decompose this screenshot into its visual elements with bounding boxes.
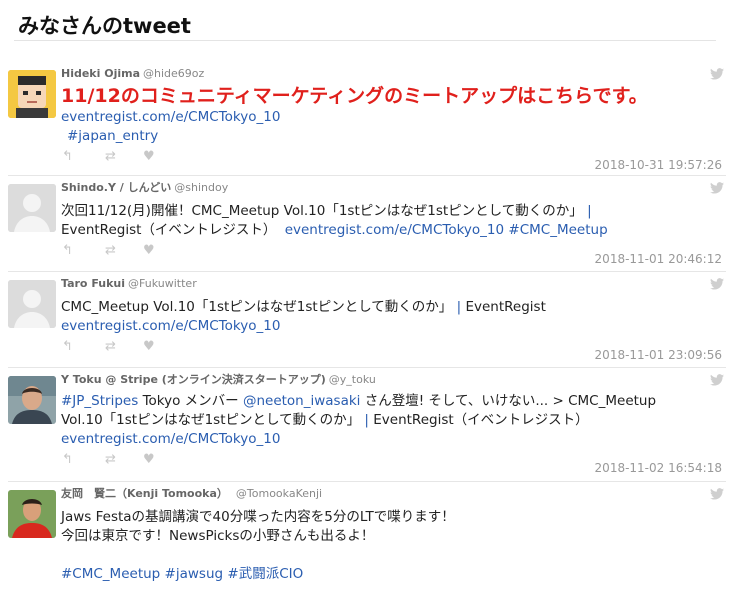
tweet-text-line: EventRegist（イベントレジスト）	[61, 222, 277, 238]
reply-icon[interactable]: ↰	[62, 150, 73, 164]
tweet-actions: ↰ ⇄ ♥ 2018-11-01 23:09:56	[61, 338, 722, 363]
twitter-bird-icon[interactable]	[710, 374, 724, 386]
separator: |	[587, 203, 592, 219]
tweet-actions: ↰ ⇄ ♥ 2018-11-01 20:46:12	[61, 242, 722, 267]
tweet-text: #JP_Stripes Tokyo メンバー @neeton_iwasaki さ…	[61, 392, 722, 449]
tweet-text: Jaws Festaの基調講演で40分喋った内容を5分のLTで喋ります！ 今回は…	[61, 508, 722, 584]
hashtag-link[interactable]: #CMC_Meetup	[61, 566, 160, 582]
retweet-icon[interactable]: ⇄	[105, 150, 116, 164]
tweet-meta: Hideki Ojima @hide69oz	[61, 66, 722, 82]
separator: |	[364, 412, 369, 428]
twitter-bird-icon[interactable]	[710, 182, 724, 194]
tweet-actions: ↰ ⇄ ♥ 2018-10-31 19:57:26	[61, 148, 722, 173]
tweet-timestamp[interactable]: 2018-11-01 23:09:56	[595, 348, 722, 362]
retweet-icon[interactable]: ⇄	[105, 453, 116, 467]
twitter-bird-icon[interactable]	[710, 68, 724, 80]
tweet-timestamp[interactable]: 2018-11-02 16:54:18	[595, 461, 722, 475]
hashtag-link[interactable]: #japan_entry	[67, 128, 158, 144]
tweet-item: Taro Fukui @Fukuwitter CMC_Meetup Vol.10「…	[8, 272, 726, 368]
page-title: みなさんのtweet	[18, 14, 191, 38]
mention-link[interactable]: @neeton_iwasaki	[243, 393, 360, 409]
tweet-text-line: 次回11/12(月)開催！CMC_Meetup Vol.10「1stピンはなぜ1…	[61, 203, 583, 219]
tweet-text-line: EventRegist	[465, 299, 546, 315]
tweet-text-line: Vol.10「1stピンはなぜ1stピンとして動くのか」	[61, 412, 361, 428]
avatar[interactable]	[8, 376, 56, 424]
hashtag-link[interactable]: #JP_Stripes	[61, 393, 138, 409]
author-handle[interactable]: @Fukuwitter	[128, 277, 197, 290]
twitter-bird-icon[interactable]	[710, 278, 724, 290]
author-name[interactable]: 友岡 賢二（Kenji Tomooka）	[61, 487, 228, 500]
tweet-feed: Hideki Ojima @hide69oz 11/12のコミュニティマーケティン…	[8, 62, 726, 602]
tweet-text: 11/12のコミュニティマーケティングのミートアップはこちらです。	[61, 85, 648, 107]
reply-icon[interactable]: ↰	[62, 340, 73, 354]
tweet-link[interactable]: eventregist.com/e/CMCTokyo_10	[61, 431, 280, 447]
tweet-actions: ↰ ⇄ ♥ 2018-11-02 16:54:18	[61, 451, 722, 476]
author-name[interactable]: Shindo.Y / しんどい	[61, 181, 171, 194]
tweet-text: 次回11/12(月)開催！CMC_Meetup Vol.10「1stピンはなぜ1…	[61, 202, 722, 240]
author-handle[interactable]: @shindoy	[174, 181, 228, 194]
retweet-icon[interactable]: ⇄	[105, 340, 116, 354]
tweet-text-line: さん登壇! そして、いけない... > CMC_Meetup	[364, 393, 657, 409]
tweet-text-line: EventRegist（イベントレジスト）	[373, 412, 589, 428]
reply-icon[interactable]: ↰	[62, 453, 73, 467]
author-handle[interactable]: @hide69oz	[143, 67, 204, 80]
header-divider	[14, 40, 716, 41]
author-name[interactable]: Taro Fukui	[61, 277, 125, 290]
tweet-item: 友岡 賢二（Kenji Tomooka） @TomookaKenji Jaws F…	[8, 482, 726, 602]
author-handle[interactable]: @TomookaKenji	[236, 487, 322, 500]
hashtag-link[interactable]: #武闘派CIO	[227, 566, 303, 582]
hashtag-link[interactable]: #CMC_Meetup	[508, 222, 607, 238]
author-name[interactable]: Y Toku @ Stripe (オンライン決済スタートアップ)	[61, 373, 326, 386]
tweet-meta: Shindo.Y / しんどい @shindoy	[61, 180, 722, 196]
tweet-timestamp[interactable]: 2018-11-01 20:46:12	[595, 252, 722, 266]
retweet-icon[interactable]: ⇄	[105, 244, 116, 258]
author-handle[interactable]: @y_toku	[329, 373, 376, 386]
hashtag-link[interactable]: #jawsug	[165, 566, 224, 582]
tweet-text-line: CMC_Meetup Vol.10「1stピンはなぜ1stピンとして動くのか」	[61, 299, 453, 315]
twitter-bird-icon[interactable]	[710, 488, 724, 500]
tweet-item: Shindo.Y / しんどい @shindoy 次回11/12(月)開催！CMC…	[8, 176, 726, 272]
tweet-item: Hideki Ojima @hide69oz 11/12のコミュニティマーケティン…	[8, 62, 726, 176]
author-name[interactable]: Hideki Ojima	[61, 67, 140, 80]
avatar[interactable]	[8, 70, 56, 118]
tweet-meta: 友岡 賢二（Kenji Tomooka） @TomookaKenji	[61, 486, 722, 502]
heart-icon[interactable]: ♥	[143, 150, 155, 164]
tweet-link[interactable]: eventregist.com/e/CMCTokyo_10	[61, 109, 280, 125]
avatar[interactable]	[8, 184, 56, 232]
tweet-timestamp[interactable]: 2018-10-31 19:57:26	[595, 158, 722, 172]
tweet-text: CMC_Meetup Vol.10「1stピンはなぜ1stピンとして動くのか」 …	[61, 298, 722, 336]
tweet-meta: Taro Fukui @Fukuwitter	[61, 276, 722, 292]
tweet-item: Y Toku @ Stripe (オンライン決済スタートアップ) @y_toku …	[8, 368, 726, 482]
avatar[interactable]	[8, 280, 56, 328]
tweet-link[interactable]: eventregist.com/e/CMCTokyo_10	[61, 318, 280, 334]
avatar[interactable]	[8, 490, 56, 538]
heart-icon[interactable]: ♥	[143, 244, 155, 258]
reply-icon[interactable]: ↰	[62, 244, 73, 258]
tweet-text-line: Tokyo メンバー	[142, 393, 239, 409]
tweet-text-line: Jaws Festaの基調講演で40分喋った内容を5分のLTで喋ります！	[61, 509, 455, 525]
heart-icon[interactable]: ♥	[143, 340, 155, 354]
tweet-text-line: 今回は東京です！NewsPicksの小野さんも出るよ！	[61, 528, 375, 544]
tweet-meta: Y Toku @ Stripe (オンライン決済スタートアップ) @y_toku	[61, 372, 722, 388]
heart-icon[interactable]: ♥	[143, 453, 155, 467]
separator: |	[456, 299, 462, 315]
tweet-link[interactable]: eventregist.com/e/CMCTokyo_10	[285, 222, 504, 238]
